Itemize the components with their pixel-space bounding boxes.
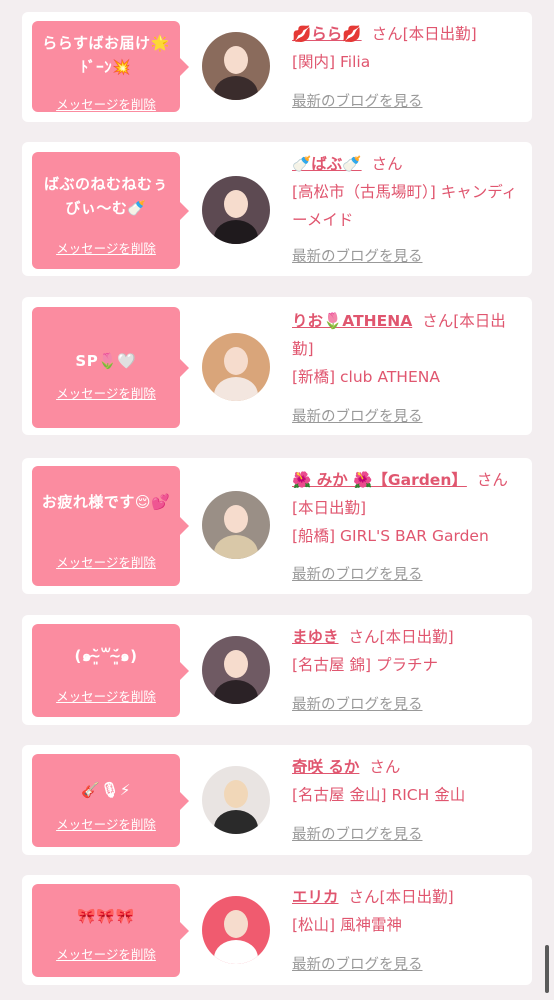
delete-message-link[interactable]: メッセージを削除 [32, 814, 180, 833]
avatar-body [214, 940, 258, 964]
work-status: [本日出勤] [402, 25, 477, 43]
shop-info: [船橋] GIRL'S BAR Garden [292, 527, 489, 545]
message-card: お疲れ様です😌💕 メッセージを削除 🌺 みか 🌺【Garden】 さん [本日出勤]… [22, 458, 532, 594]
avatar[interactable] [202, 636, 270, 704]
honorific: さん [422, 312, 454, 330]
work-status: [本日出勤] [292, 499, 367, 517]
avatar-face [224, 190, 248, 218]
honorific: さん [369, 758, 401, 776]
cast-name-link[interactable]: りお🌷ATHENA [292, 312, 412, 330]
honorific: さん [371, 155, 403, 173]
shop-info: [松山] 風神雷神 [292, 916, 403, 934]
message-text: お疲れ様です😌💕 [41, 493, 171, 511]
cast-info: まゆき さん[本日出勤] [名古屋 錦] プラチナ [292, 623, 520, 679]
cast-info: エリカ さん[本日出勤] [松山] 風神雷神 [292, 883, 520, 939]
message-card: SP🌷🤍 メッセージを削除 りお🌷ATHENA さん[本日出勤] [新橋] clu… [22, 297, 532, 435]
message-bubble: ばぶのねむねむぅびぃ〜む🍼 メッセージを削除 [32, 152, 189, 269]
message-bubble: 🎸🎙⚡ メッセージを削除 [32, 754, 189, 847]
avatar[interactable] [202, 491, 270, 559]
message-card: 🎀🎀🎀 メッセージを削除 エリカ さん[本日出勤] [松山] 風神雷神 最新のブロ… [22, 875, 532, 985]
avatar-face [224, 505, 248, 533]
shop-info: [新橋] club ATHENA [292, 368, 440, 386]
honorific: さん [476, 471, 508, 489]
avatar[interactable] [202, 32, 270, 100]
cast-info: 💋らら💋 さん[本日出勤] [関内] Filia [292, 20, 520, 76]
message-bubble: 🎀🎀🎀 メッセージを削除 [32, 884, 189, 977]
cast-name-link[interactable]: エリカ [292, 888, 339, 906]
work-status: [本日出勤] [379, 628, 454, 646]
avatar[interactable] [202, 176, 270, 244]
message-text: (๑˘̴͈̀꒳˘̴͈́๑) [74, 647, 138, 665]
delete-message-link[interactable]: メッセージを削除 [32, 238, 180, 257]
message-bubble: (๑˘̴͈̀꒳˘̴͈́๑) メッセージを削除 [32, 624, 189, 717]
delete-message-link[interactable]: メッセージを削除 [32, 552, 180, 571]
honorific: さん [348, 628, 380, 646]
cast-info: りお🌷ATHENA さん[本日出勤] [新橋] club ATHENA [292, 307, 520, 391]
avatar-face [224, 347, 248, 375]
cast-info: 🌺 みか 🌺【Garden】 さん [本日出勤] [船橋] GIRL'S BAR G… [292, 466, 520, 550]
avatar-body [214, 680, 258, 704]
message-bubble: お疲れ様です😌💕 メッセージを削除 [32, 466, 189, 586]
avatar-body [214, 810, 258, 834]
message-card: 🎸🎙⚡ メッセージを削除 奇咲 るか さん [名古屋 金山] RICH 金山 最新… [22, 745, 532, 855]
latest-blog-link[interactable]: 最新のブログを見る [292, 405, 423, 426]
honorific: さん [348, 888, 380, 906]
delete-message-link[interactable]: メッセージを削除 [32, 944, 180, 963]
avatar-body [214, 220, 258, 244]
message-card: (๑˘̴͈̀꒳˘̴͈́๑) メッセージを削除 まゆき さん[本日出勤] [名古屋 … [22, 615, 532, 725]
cast-name-link[interactable]: 奇咲 るか [292, 758, 359, 776]
cast-info: 🍼ばぶ🍼 さん [高松市（古馬場町）] キャンディーメイド [292, 150, 520, 234]
delete-message-link[interactable]: メッセージを削除 [32, 94, 180, 113]
avatar-body [214, 535, 258, 559]
message-text: 🎀🎀🎀 [77, 907, 135, 925]
message-card: ららすばお届け🌟ﾄﾞｰﾝ💥 メッセージを削除 💋らら💋 さん[本日出勤] [関内]… [22, 12, 532, 122]
avatar-face [224, 910, 248, 938]
cast-name-link[interactable]: 🍼ばぶ🍼 [292, 155, 362, 173]
avatar-body [214, 377, 258, 401]
delete-message-link[interactable]: メッセージを削除 [32, 686, 180, 705]
avatar[interactable] [202, 896, 270, 964]
latest-blog-link[interactable]: 最新のブログを見る [292, 563, 423, 584]
cast-name-link[interactable]: 💋らら💋 [292, 25, 362, 43]
avatar-face [224, 780, 248, 808]
work-status: [本日出勤] [379, 888, 454, 906]
avatar[interactable] [202, 333, 270, 401]
message-text: 🎸🎙⚡ [81, 781, 131, 799]
delete-message-link[interactable]: メッセージを削除 [32, 383, 180, 402]
latest-blog-link[interactable]: 最新のブログを見る [292, 693, 423, 714]
avatar-face [224, 46, 248, 74]
message-bubble: ららすばお届け🌟ﾄﾞｰﾝ💥 メッセージを削除 [32, 21, 189, 113]
avatar-body [214, 76, 258, 100]
latest-blog-link[interactable]: 最新のブログを見る [292, 823, 423, 844]
latest-blog-link[interactable]: 最新のブログを見る [292, 90, 423, 111]
message-card: ばぶのねむねむぅびぃ〜む🍼 メッセージを削除 🍼ばぶ🍼 さん [高松市（古馬場町）… [22, 142, 532, 276]
message-text: SP🌷🤍 [75, 352, 137, 370]
avatar-face [224, 650, 248, 678]
latest-blog-link[interactable]: 最新のブログを見る [292, 245, 423, 266]
honorific: さん [371, 25, 403, 43]
cast-name-link[interactable]: まゆき [292, 628, 339, 646]
shop-info: [名古屋 金山] RICH 金山 [292, 786, 466, 804]
message-text: ららすばお届け🌟ﾄﾞｰﾝ💥 [42, 34, 170, 76]
scrollbar[interactable] [545, 945, 549, 993]
shop-info: [名古屋 錦] プラチナ [292, 656, 438, 674]
shop-info: [関内] Filia [292, 53, 371, 71]
latest-blog-link[interactable]: 最新のブログを見る [292, 953, 423, 974]
message-bubble: SP🌷🤍 メッセージを削除 [32, 307, 189, 428]
shop-info: [高松市（古馬場町）] キャンディーメイド [292, 183, 518, 229]
message-text: ばぶのねむねむぅびぃ〜む🍼 [43, 175, 168, 217]
cast-info: 奇咲 るか さん [名古屋 金山] RICH 金山 [292, 753, 520, 809]
cast-name-link[interactable]: 🌺 みか 🌺【Garden】 [292, 471, 467, 489]
avatar[interactable] [202, 766, 270, 834]
